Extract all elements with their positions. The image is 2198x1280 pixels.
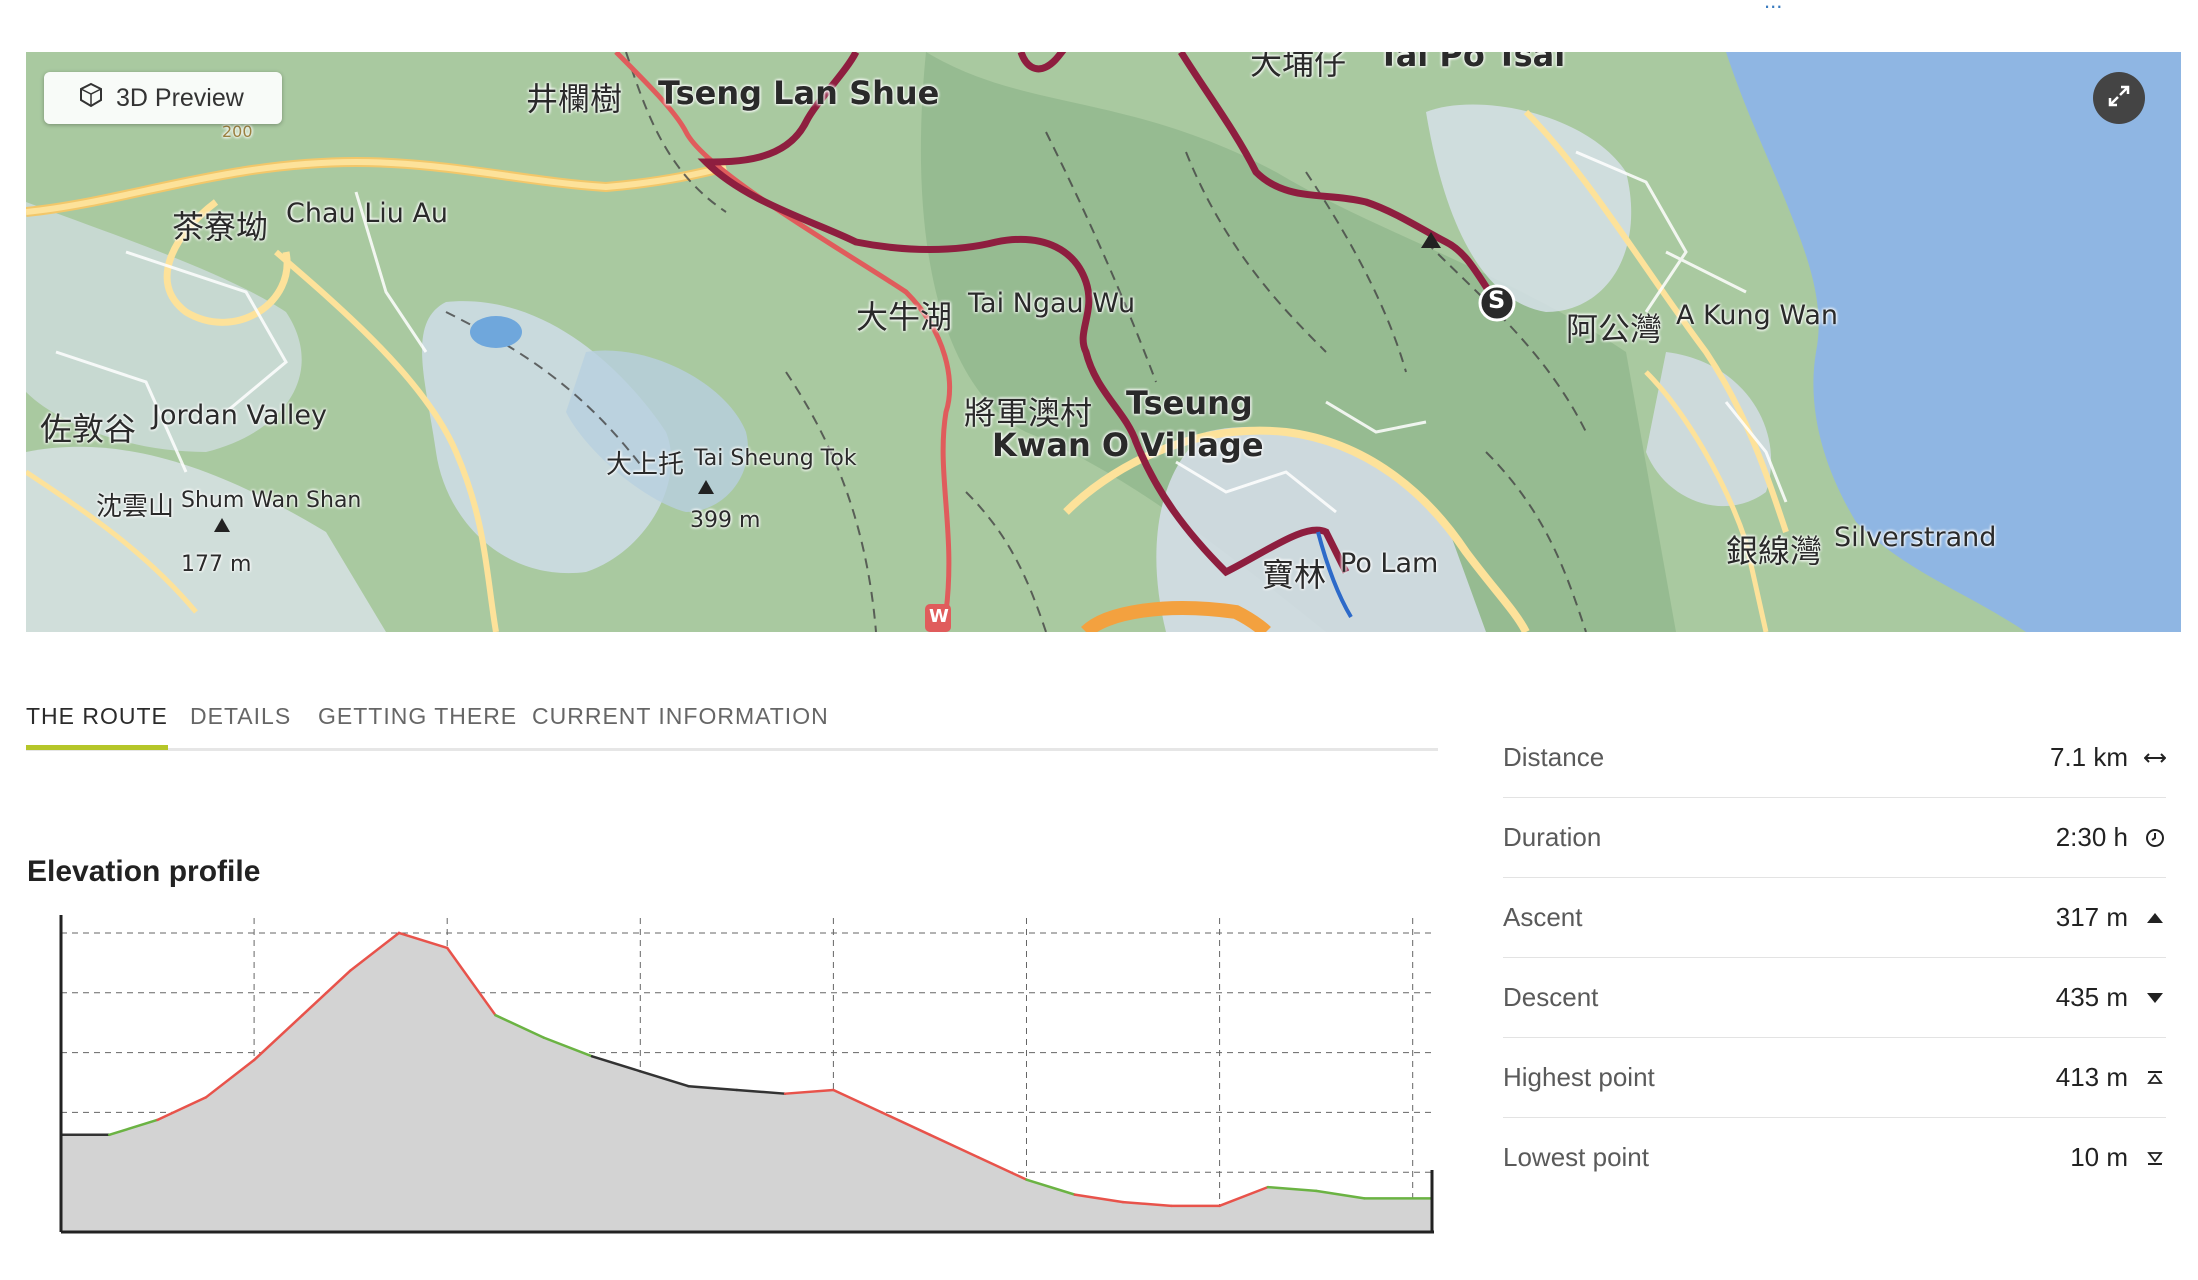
- tab-current-information[interactable]: CURRENT INFORMATION: [532, 700, 829, 745]
- lowest-point-icon: [2144, 1147, 2166, 1169]
- tab-getting-there[interactable]: GETTING THERE: [318, 700, 517, 745]
- map-label-chau-liu-au-cn: 茶寮坳: [172, 208, 269, 246]
- map-label-jordan-valley: Jordan Valley: [152, 400, 327, 431]
- tab-bar: THE ROUTE DETAILS GETTING THERE CURRENT …: [26, 700, 1438, 751]
- map-label-tai-sheung-tok-cn: 大上托: [606, 450, 685, 480]
- stat-descent: Descent 435 m: [1503, 958, 2166, 1038]
- map-label-tai-sheung-tok-height: 399 m: [690, 508, 761, 533]
- start-marker-label: S: [1488, 286, 1506, 314]
- stat-distance: Distance 7.1 km: [1503, 718, 2166, 798]
- stat-value: 7.1 km: [2049, 742, 2128, 772]
- stat-label: Descent: [1503, 982, 1599, 1012]
- tab-details[interactable]: DETAILS: [190, 700, 291, 745]
- distance-icon: [2144, 747, 2166, 769]
- route-stats: Distance 7.1 km Duration 2:30 h Ascent 3…: [1503, 718, 2166, 1197]
- 3d-preview-label: 3D Preview: [116, 83, 244, 112]
- stat-value: 10 m: [2070, 1142, 2128, 1172]
- stat-value: 413 m: [2055, 1062, 2128, 1092]
- map-label-po-lam: Po Lam: [1340, 548, 1439, 579]
- map-label-tseung-kwan-o: Tseung: [1126, 384, 1253, 422]
- stat-label: Ascent: [1503, 902, 1583, 932]
- stat-value: 2:30 h: [2055, 822, 2128, 852]
- clock-icon: [2144, 827, 2166, 849]
- stat-label: Lowest point: [1503, 1142, 1649, 1172]
- fullscreen-button[interactable]: [2093, 72, 2145, 124]
- map-label-tseung-kwan-o-2: Kwan O Village: [992, 426, 1264, 464]
- map-label-silverstrand-cn: 銀線灣: [1726, 532, 1823, 570]
- elevation-profile-chart[interactable]: [44, 910, 1434, 1240]
- triangle-down-icon: [2144, 987, 2166, 1009]
- map-label-tai-ngau-wu: Tai Ngau Wu: [968, 288, 1136, 319]
- elevation-area: [61, 932, 1432, 1232]
- elevation-profile-title: Elevation profile: [27, 855, 261, 888]
- route-map[interactable]: S W 井欄樹 Tseng Lan Shue 茶寮坳 Chau Liu Au 大…: [26, 52, 2181, 632]
- map-label-a-kung-wan: A Kung Wan: [1676, 300, 1838, 331]
- map-label-a-kung-wan-cn: 阿公灣: [1566, 310, 1663, 348]
- tab-the-route[interactable]: THE ROUTE: [26, 700, 168, 750]
- stat-value: 435 m: [2055, 982, 2128, 1012]
- map-label-tai-po-tsai-cn: 大埔仔: [1250, 52, 1347, 82]
- map-label-silverstrand: Silverstrand: [1834, 522, 1997, 553]
- map-label-shum-wan-shan-cn: 沈雲山: [96, 492, 175, 522]
- stat-ascent: Ascent 317 m: [1503, 878, 2166, 958]
- top-link[interactable]: ...: [1764, 0, 1782, 14]
- map-label-shum-wan-shan: Shum Wan Shan: [181, 488, 362, 513]
- map-label-chau-liu-au: Chau Liu Au: [286, 198, 449, 229]
- map-label-tseng-lan-shue-cn: 井欄樹: [526, 80, 623, 118]
- stat-label: Distance: [1503, 742, 1605, 772]
- map-label-jordan-valley-cn: 佐敦谷: [40, 410, 137, 448]
- stat-duration: Duration 2:30 h: [1503, 798, 2166, 878]
- 3d-preview-icon: [78, 82, 104, 115]
- map-label-shum-wan-shan-height: 177 m: [181, 552, 252, 577]
- trail-marker-label: W: [929, 606, 949, 627]
- stat-lowest-point: Lowest point 10 m: [1503, 1118, 2166, 1197]
- stat-label: Duration: [1503, 822, 1602, 852]
- map-label-tai-sheung-tok: Tai Sheung Tok: [694, 446, 857, 471]
- map-label-tai-po-tsai: Tai Po Tsai: [1378, 52, 1566, 74]
- map-label-tai-ngau-wu-cn: 大牛湖: [856, 298, 953, 336]
- triangle-up-icon: [2144, 907, 2166, 929]
- expand-icon: [2107, 84, 2131, 113]
- stat-value: 317 m: [2055, 902, 2128, 932]
- map-label-tseng-lan-shue: Tseng Lan Shue: [658, 74, 940, 112]
- stat-label: Highest point: [1503, 1062, 1655, 1092]
- stat-highest-point: Highest point 413 m: [1503, 1038, 2166, 1118]
- 3d-preview-button[interactable]: 3D Preview: [44, 72, 282, 124]
- highest-point-icon: [2144, 1067, 2166, 1089]
- map-label-road-200: 200: [222, 122, 253, 141]
- map-label-po-lam-cn: 寶林: [1262, 556, 1327, 594]
